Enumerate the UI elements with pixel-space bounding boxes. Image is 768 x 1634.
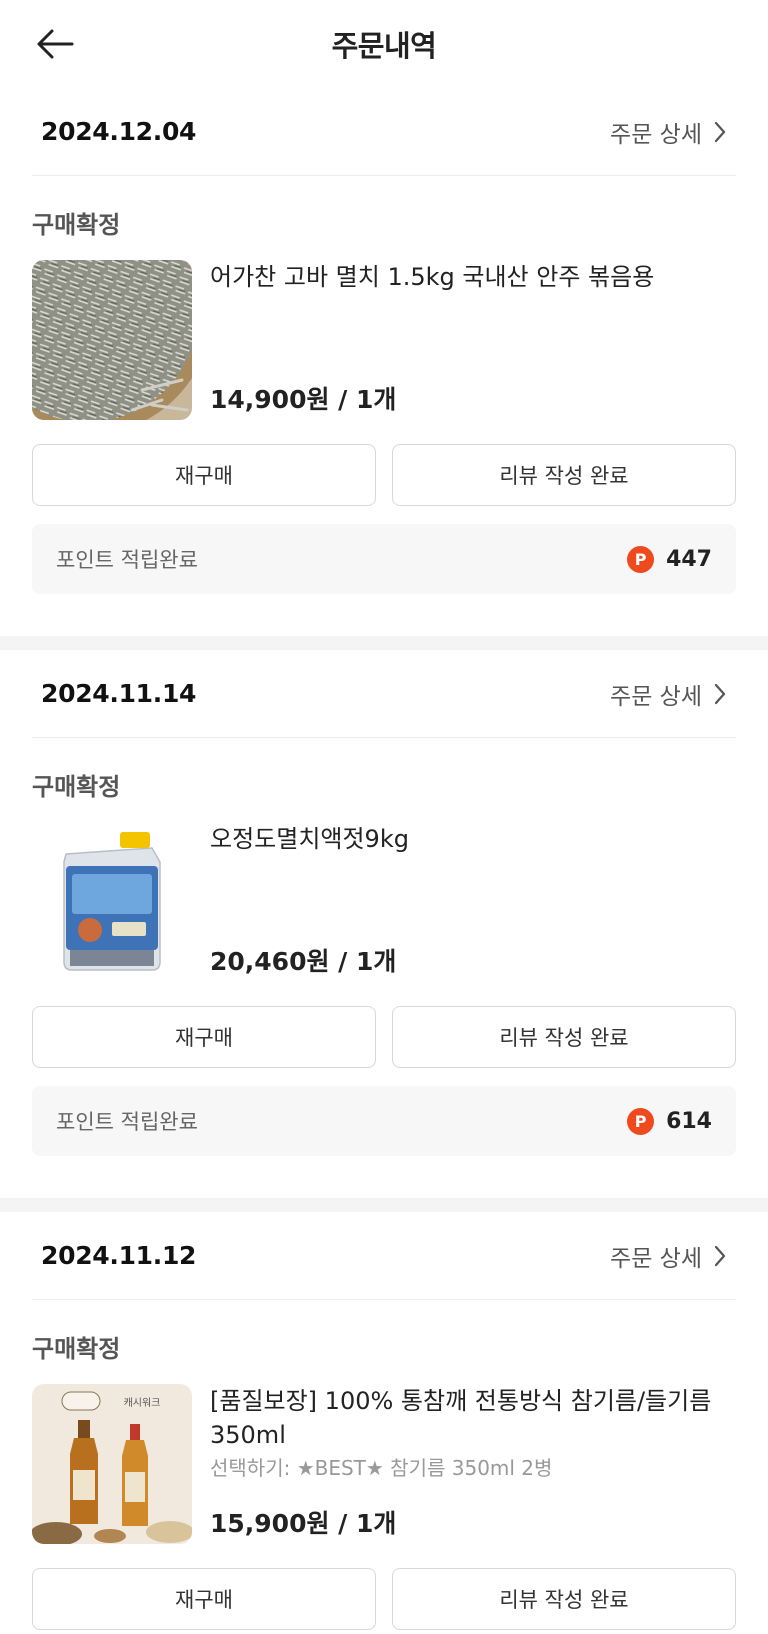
order-header: 2024.11.14 주문 상세 [32, 650, 736, 738]
product-option: 선택하기: ★BEST★ 참기름 350ml 2병 [210, 1456, 553, 1480]
order-date: 2024.11.12 [41, 1241, 197, 1270]
product-price: 20,460원 / 1개 [210, 947, 397, 976]
points-value: 614 [666, 1108, 712, 1134]
rebuy-button[interactable]: 재구매 [32, 444, 376, 506]
product-name[interactable]: 어가찬 고바 멸치 1.5kg 국내산 안주 볶음용 [210, 260, 736, 294]
product-row[interactable]: 오정도멸치액젓9kg 20,460원 / 1개 [32, 822, 736, 982]
points-box: 포인트 적립완료 P 614 [32, 1086, 736, 1156]
order-actions: 재구매 리뷰 작성 완료 [32, 1006, 736, 1068]
order-actions: 재구매 리뷰 작성 완료 [32, 1568, 736, 1630]
product-price: 14,900원 / 1개 [210, 385, 397, 414]
product-name[interactable]: 오정도멸치액젓9kg [210, 822, 736, 856]
anchovy-image [32, 260, 192, 420]
order-detail-link[interactable]: 주문 상세 [610, 115, 736, 149]
product-info: [품질보장] 100% 통참깨 전통방식 참기름/들기름 350ml 선택하기:… [210, 1384, 736, 1544]
product-thumbnail[interactable] [32, 260, 192, 420]
product-thumbnail[interactable] [32, 822, 192, 982]
review-complete-button[interactable]: 리뷰 작성 완료 [392, 1006, 736, 1068]
product-name[interactable]: [품질보장] 100% 통참깨 전통방식 참기름/들기름 350ml [210, 1384, 736, 1452]
back-button[interactable] [36, 26, 76, 62]
product-info: 오정도멸치액젓9kg 20,460원 / 1개 [210, 822, 736, 982]
order-status: 구매확정 [32, 1335, 121, 1363]
product-row[interactable]: 캐시워크 [품질보장] 100% 통참깨 전통방식 참기름/들기름 350ml … [32, 1384, 736, 1544]
product-info: 어가찬 고바 멸치 1.5kg 국내산 안주 볶음용 14,900원 / 1개 [210, 260, 736, 420]
product-thumbnail[interactable]: 캐시워크 [32, 1384, 192, 1544]
points-amount: P 614 [627, 1107, 712, 1135]
order-header: 2024.12.04 주문 상세 [32, 88, 736, 176]
order-detail-label: 주문 상세 [610, 121, 702, 148]
product-row[interactable]: 어가찬 고바 멸치 1.5kg 국내산 안주 볶음용 14,900원 / 1개 [32, 260, 736, 420]
points-box: 포인트 적립완료 P 447 [32, 524, 736, 594]
points-value: 447 [666, 546, 712, 572]
order-date: 2024.12.04 [41, 117, 197, 146]
order-detail-link[interactable]: 주문 상세 [610, 677, 736, 711]
points-label: 포인트 적립완료 [56, 548, 198, 572]
page-title: 주문내역 [331, 29, 437, 63]
order-card: 2024.11.12 주문 상세 구매확정 캐시워크 [품질보장] 100% 통… [0, 1212, 768, 1630]
chevron-right-icon [714, 1245, 726, 1266]
rebuy-button[interactable]: 재구매 [32, 1568, 376, 1630]
order-status: 구매확정 [32, 773, 121, 801]
order-date: 2024.11.14 [41, 679, 197, 708]
order-detail-label: 주문 상세 [610, 1245, 702, 1272]
section-divider [0, 1198, 768, 1212]
order-card: 2024.11.14 주문 상세 구매확정 오정도멸치액젓9kg 20,460원… [0, 650, 768, 1156]
chevron-right-icon [714, 683, 726, 704]
order-detail-label: 주문 상세 [610, 683, 702, 710]
order-actions: 재구매 리뷰 작성 완료 [32, 444, 736, 506]
order-card: 2024.12.04 주문 상세 구매확정 어가찬 고바 멸치 1.5kg 국내… [0, 88, 768, 594]
points-label: 포인트 적립완료 [56, 1110, 198, 1134]
rebuy-button[interactable]: 재구매 [32, 1006, 376, 1068]
review-complete-button[interactable]: 리뷰 작성 완료 [392, 1568, 736, 1630]
points-amount: P 447 [627, 545, 712, 573]
point-badge-icon: P [627, 545, 655, 573]
header: 주문내역 [0, 0, 768, 88]
order-header: 2024.11.12 주문 상세 [32, 1212, 736, 1300]
chevron-right-icon [714, 121, 726, 142]
order-detail-link[interactable]: 주문 상세 [610, 1239, 736, 1273]
fish-sauce-jug-image [32, 822, 192, 982]
sesame-oil-bottles-image: 캐시워크 [32, 1384, 192, 1544]
thumb-brand-text: 캐시워크 [124, 1396, 161, 1409]
arrow-left-icon [37, 29, 74, 59]
order-status: 구매확정 [32, 211, 121, 239]
product-price: 15,900원 / 1개 [210, 1509, 397, 1538]
review-complete-button[interactable]: 리뷰 작성 완료 [392, 444, 736, 506]
point-badge-icon: P [627, 1107, 655, 1135]
section-divider [0, 636, 768, 650]
